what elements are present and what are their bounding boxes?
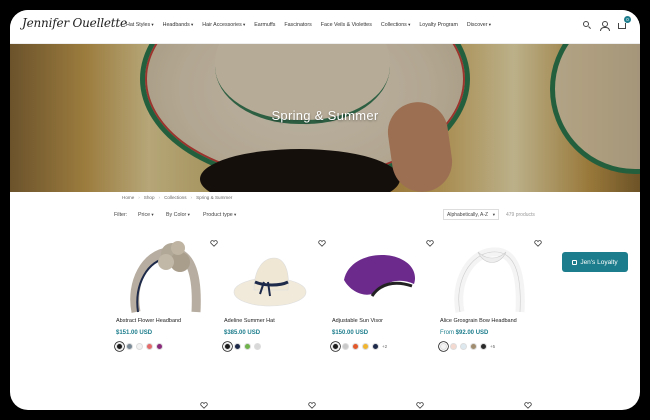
nav-item-hair-accessories[interactable]: Hair Accessories xyxy=(202,22,245,28)
wishlist-heart-icon[interactable] xyxy=(416,396,424,409)
more-colors-count[interactable]: +2 xyxy=(382,344,387,349)
filter-bar: Filter: Price By Color Product type Alph… xyxy=(114,209,544,222)
color-swatch[interactable] xyxy=(244,343,251,350)
color-swatch[interactable] xyxy=(470,343,477,350)
wishlist-heart-icon[interactable] xyxy=(318,234,326,247)
price-value: $92.00 USD xyxy=(455,330,489,336)
hero-banner: Spring & Summer xyxy=(10,44,640,192)
site-header: Jennifer Ouellette Hat Styles Headbands … xyxy=(10,10,640,44)
color-swatches xyxy=(116,343,163,350)
cart-count-badge: 0 xyxy=(624,16,631,23)
nav-item-discover[interactable]: Discover xyxy=(467,22,491,28)
product-price: $385.00 USD xyxy=(224,330,260,336)
site-logo[interactable]: Jennifer Ouellette xyxy=(22,16,127,30)
wishlist-heart-icon[interactable] xyxy=(210,234,218,247)
color-swatch[interactable] xyxy=(372,343,379,350)
product-name[interactable]: Adeline Summer Hat xyxy=(224,318,275,324)
color-swatches: +2 xyxy=(332,343,387,350)
color-swatch[interactable] xyxy=(332,343,339,350)
product-price: $150.00 USD xyxy=(332,330,368,336)
filter-product-type-dropdown[interactable]: Product type xyxy=(203,212,236,218)
color-swatch[interactable] xyxy=(440,343,447,350)
color-swatch[interactable] xyxy=(156,343,163,350)
main-nav: Hat Styles Headbands Hair Accessories Ea… xyxy=(126,22,491,28)
color-swatch[interactable] xyxy=(116,343,123,350)
user-icon[interactable] xyxy=(600,21,610,31)
color-swatch[interactable] xyxy=(352,343,359,350)
product-count: 479 products xyxy=(506,212,535,218)
color-swatch[interactable] xyxy=(342,343,349,350)
color-swatch[interactable] xyxy=(480,343,487,350)
price-value: $151.00 USD xyxy=(116,330,153,336)
cart-icon[interactable]: 0 xyxy=(617,16,631,30)
nav-item-headbands[interactable]: Headbands xyxy=(163,22,194,28)
page: Jennifer Ouellette Hat Styles Headbands … xyxy=(10,10,640,410)
wishlist-heart-icon[interactable] xyxy=(308,396,316,409)
price-value: $385.00 USD xyxy=(224,330,261,336)
breadcrumb-current: Spring & Summer xyxy=(196,195,233,200)
breadcrumb-collections[interactable]: Collections xyxy=(164,195,186,200)
wishlist-heart-icon[interactable] xyxy=(200,396,208,409)
color-swatch[interactable] xyxy=(224,343,231,350)
product-image[interactable] xyxy=(116,232,214,332)
more-colors-count[interactable]: +5 xyxy=(490,344,495,349)
color-swatch[interactable] xyxy=(234,343,241,350)
breadcrumb-shop[interactable]: Shop xyxy=(144,195,155,200)
wishlist-heart-icon[interactable] xyxy=(426,234,434,247)
breadcrumb-home[interactable]: Home xyxy=(122,195,134,200)
product-price: From $92.00 USD xyxy=(440,330,488,336)
color-swatches xyxy=(224,343,261,350)
nav-item-face-veils[interactable]: Face Veils & Violettes xyxy=(321,22,372,28)
price-value: $150.00 USD xyxy=(332,330,369,336)
product-image[interactable] xyxy=(332,232,430,332)
color-swatch[interactable] xyxy=(136,343,143,350)
product-image[interactable] xyxy=(440,232,538,332)
breadcrumb-separator: › xyxy=(158,195,161,200)
loyalty-button-label: Jen's Loyalty xyxy=(580,258,618,266)
product-image[interactable] xyxy=(224,232,322,332)
color-swatch[interactable] xyxy=(146,343,153,350)
filter-color-dropdown[interactable]: By Color xyxy=(166,212,190,218)
filter-price-dropdown[interactable]: Price xyxy=(138,212,154,218)
wishlist-heart-icon[interactable] xyxy=(534,234,542,247)
color-swatch[interactable] xyxy=(254,343,261,350)
nav-item-collections[interactable]: Collections xyxy=(381,22,410,28)
color-swatch[interactable] xyxy=(126,343,133,350)
product-name[interactable]: Alice Grosgrain Bow Headband xyxy=(440,318,517,324)
color-swatch[interactable] xyxy=(362,343,369,350)
hero-title: Spring & Summer xyxy=(271,108,379,123)
nav-item-earmuffs[interactable]: Earmuffs xyxy=(254,22,275,28)
wishlist-heart-icon[interactable] xyxy=(524,396,532,409)
price-prefix: From xyxy=(440,330,456,336)
product-price: $151.00 USD xyxy=(116,330,152,336)
sort-select[interactable]: Alphabetically, A-Z xyxy=(443,209,499,220)
breadcrumb: Home › Shop › Collections › Spring & Summer xyxy=(122,195,232,200)
product-name[interactable]: Abstract Flower Headband xyxy=(116,318,181,324)
color-swatch[interactable] xyxy=(460,343,467,350)
filter-label: Filter: xyxy=(114,212,128,218)
nav-item-fascinators[interactable]: Fascinators xyxy=(284,22,311,28)
nav-item-loyalty-program[interactable]: Loyalty Program xyxy=(419,22,458,28)
nav-item-hat-styles[interactable]: Hat Styles xyxy=(126,22,154,28)
loyalty-button[interactable]: Jen's Loyalty xyxy=(562,252,628,272)
gift-icon xyxy=(572,259,578,265)
header-icons: 0 xyxy=(583,16,631,31)
search-icon[interactable] xyxy=(583,21,592,30)
breadcrumb-separator: › xyxy=(190,195,193,200)
breadcrumb-separator: › xyxy=(138,195,140,200)
color-swatch[interactable] xyxy=(450,343,457,350)
product-name[interactable]: Adjustable Sun Visor xyxy=(332,318,383,324)
color-swatches: +5 xyxy=(440,343,495,350)
